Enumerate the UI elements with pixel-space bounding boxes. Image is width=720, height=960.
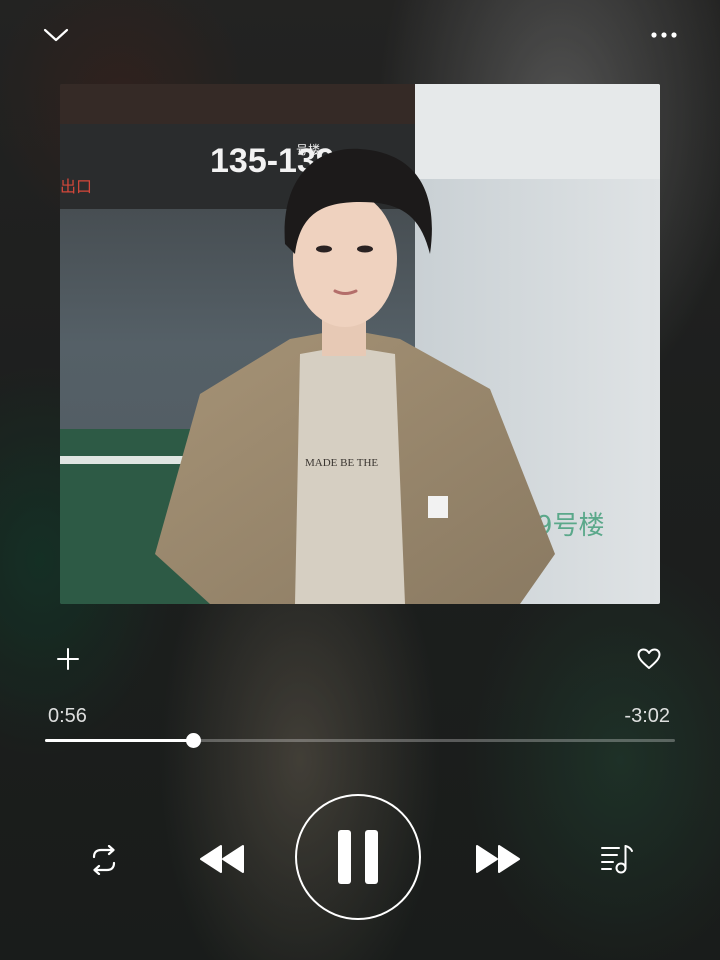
add-to-playlist-button[interactable] (50, 640, 86, 678)
rewind-icon (200, 845, 244, 873)
floor-sign-suffix: 号楼 (296, 142, 320, 157)
collapse-button[interactable] (36, 18, 76, 52)
pause-icon (331, 830, 385, 884)
plus-icon (57, 648, 79, 670)
previous-button[interactable] (192, 834, 252, 884)
remaining-time: -3:02 (624, 705, 670, 727)
progress-fill (45, 739, 194, 742)
shirt-print: MADE BE THE (305, 457, 378, 469)
queue-button[interactable] (594, 836, 640, 882)
next-button[interactable] (468, 834, 528, 884)
more-dots-icon (651, 32, 677, 38)
pause-button[interactable] (295, 794, 421, 920)
playlist-icon (601, 845, 633, 874)
repeat-icon (92, 845, 116, 875)
progress-slider[interactable] (45, 733, 675, 748)
like-button[interactable] (630, 642, 668, 676)
exit-sign: 出口 (60, 177, 92, 196)
elapsed-time: 0:56 (48, 705, 87, 727)
artwork-photo: 135-139 号楼 出口 9号楼 MADE BE THE (60, 84, 660, 604)
repeat-button[interactable] (82, 838, 126, 882)
fast-forward-icon (476, 845, 520, 873)
heart-icon (637, 648, 661, 669)
album-artwork: 135-139 号楼 出口 9号楼 MADE BE THE (60, 84, 660, 604)
chevron-down-icon (43, 28, 69, 42)
more-button[interactable] (640, 18, 688, 52)
